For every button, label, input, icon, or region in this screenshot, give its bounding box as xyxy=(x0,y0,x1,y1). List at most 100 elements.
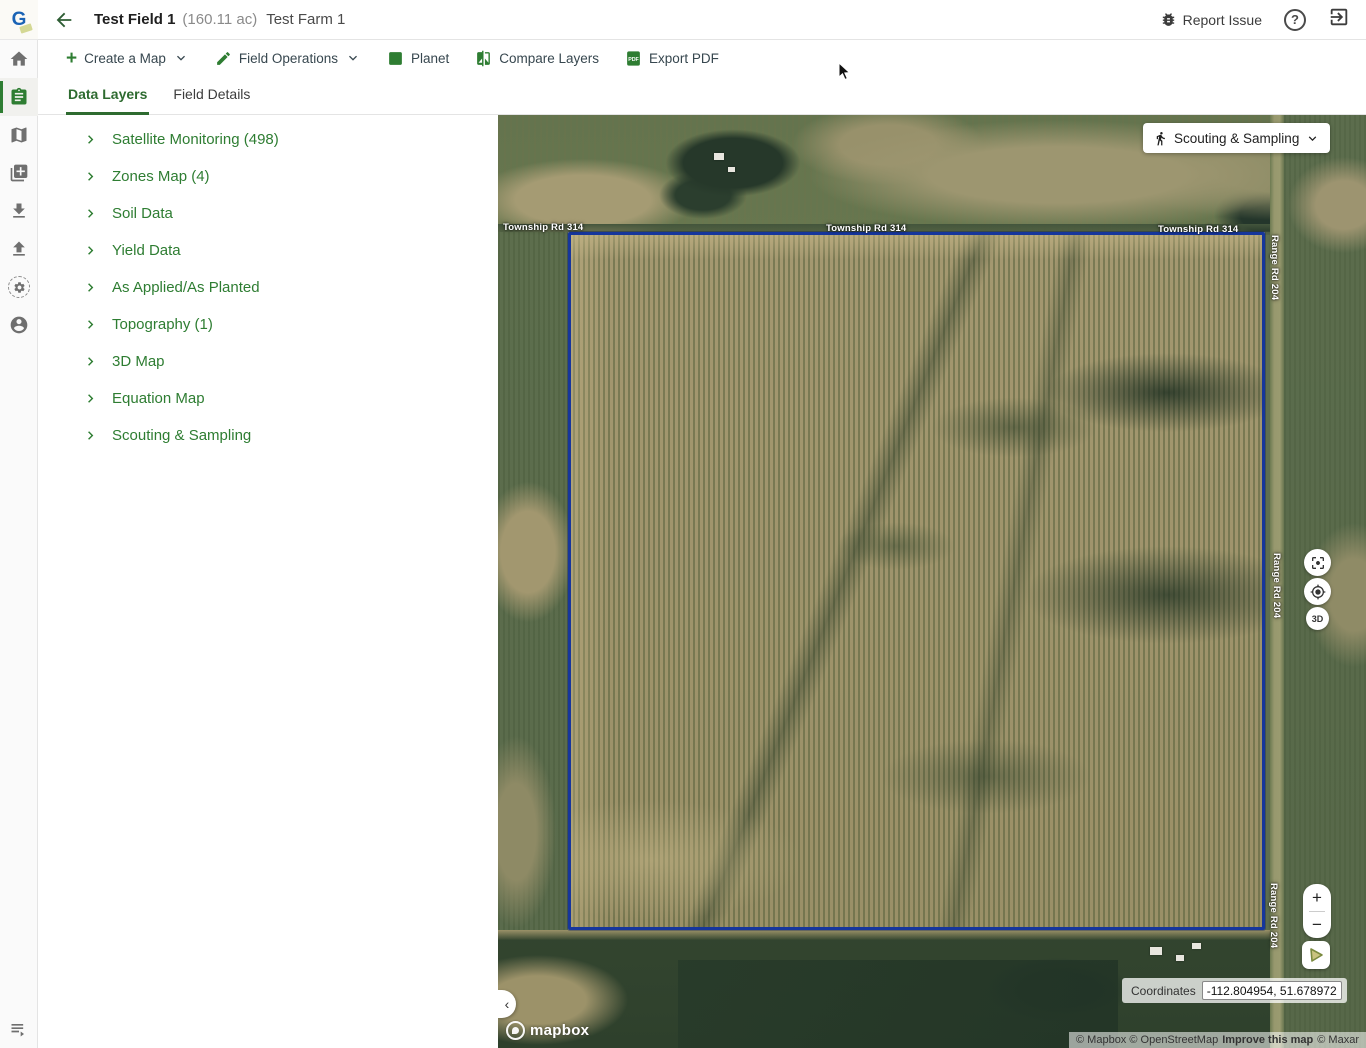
center-focus-icon xyxy=(1310,555,1326,571)
chevron-down-icon xyxy=(1305,131,1320,146)
back-arrow-icon xyxy=(53,9,75,31)
map-toolbar: + Create a Map Field Operations Planet C… xyxy=(38,40,1366,76)
field-acreage: (160.11 ac) xyxy=(182,11,257,28)
nav-download[interactable] xyxy=(0,192,38,230)
tab-field-details[interactable]: Field Details xyxy=(171,86,252,114)
tab-data-layers[interactable]: Data Layers xyxy=(66,86,149,114)
fit-bounds-button[interactable] xyxy=(1304,549,1331,576)
app-logo[interactable]: G xyxy=(0,0,38,40)
farm-building xyxy=(1150,947,1162,955)
layer-satellite-monitoring[interactable]: Satellite Monitoring (498) xyxy=(38,121,498,158)
nav-fields[interactable] xyxy=(0,78,38,116)
toggle-3d-button[interactable]: 3D xyxy=(1306,607,1329,630)
coordinates-label: Coordinates xyxy=(1131,984,1196,998)
mode-button-label: Scouting & Sampling xyxy=(1174,131,1299,146)
left-nav-rail: G xyxy=(0,0,38,1048)
fields-clipboard-icon xyxy=(9,87,29,107)
farm-building xyxy=(1192,943,1201,949)
basemap-triangle-icon xyxy=(1307,946,1325,964)
help-button[interactable]: ? xyxy=(1284,9,1306,31)
field-operations-label: Field Operations xyxy=(239,51,338,66)
create-map-label: Create a Map xyxy=(84,51,166,66)
attribution-text: © Mapbox © OpenStreetMap xyxy=(1076,1034,1218,1046)
field-boundary[interactable] xyxy=(568,232,1265,930)
zoom-control: + − xyxy=(1303,884,1331,938)
chevron-right-icon xyxy=(82,316,99,333)
data-layers-panel: Satellite Monitoring (498) Zones Map (4)… xyxy=(38,115,498,1048)
my-location-icon xyxy=(1310,584,1326,600)
back-button[interactable] xyxy=(48,4,80,36)
add-map-icon xyxy=(9,163,29,183)
chevron-down-icon xyxy=(173,50,189,66)
chevron-right-icon xyxy=(82,353,99,370)
compare-layers-button[interactable]: Compare Layers xyxy=(475,50,599,67)
compare-icon xyxy=(475,50,492,67)
field-title: Test Field 1 xyxy=(94,11,175,28)
exit-icon xyxy=(1328,6,1350,28)
breadcrumb: Test Field 1 (160.11 ac) Test Farm 1 xyxy=(94,11,345,28)
app-window: G xyxy=(0,0,1366,1048)
layer-as-applied[interactable]: As Applied/As Planted xyxy=(38,269,498,306)
basemap-toggle-button[interactable] xyxy=(1302,941,1330,969)
layer-3d-map[interactable]: 3D Map xyxy=(38,343,498,380)
chevron-right-icon xyxy=(82,427,99,444)
farm-building xyxy=(714,153,724,160)
chevron-right-icon xyxy=(82,279,99,296)
improve-map-link[interactable]: Improve this map xyxy=(1222,1034,1313,1046)
coordinates-input[interactable] xyxy=(1202,981,1342,1000)
planet-image-icon xyxy=(387,50,404,67)
road-label-range-bottom: Range Rd 204 xyxy=(1268,883,1279,948)
road-label-township-left: Township Rd 314 xyxy=(503,222,583,233)
chevron-right-icon xyxy=(82,168,99,185)
settings-gear-icon xyxy=(8,276,30,298)
map-canvas[interactable]: Township Rd 314 Township Rd 314 Township… xyxy=(498,115,1366,1048)
svg-text:PDF: PDF xyxy=(628,56,639,62)
nav-account[interactable] xyxy=(0,306,38,344)
export-pdf-label: Export PDF xyxy=(649,51,719,66)
chevron-right-icon xyxy=(82,390,99,407)
zoom-out-button[interactable]: − xyxy=(1303,912,1331,939)
top-bar: Test Field 1 (160.11 ac) Test Farm 1 Rep… xyxy=(38,0,1366,40)
account-icon xyxy=(9,315,29,335)
create-map-button[interactable]: + Create a Map xyxy=(66,49,189,68)
chevron-down-icon xyxy=(345,50,361,66)
planet-label: Planet xyxy=(411,51,449,66)
layer-equation-map[interactable]: Equation Map xyxy=(38,380,498,417)
zoom-in-button[interactable]: + xyxy=(1303,884,1331,911)
help-icon: ? xyxy=(1291,12,1299,27)
road-label-township-right: Township Rd 314 xyxy=(1158,224,1238,235)
nav-menu-bottom[interactable] xyxy=(0,1010,38,1048)
logout-button[interactable] xyxy=(1328,6,1350,33)
report-issue-label: Report Issue xyxy=(1183,12,1262,28)
home-icon xyxy=(9,49,29,69)
nav-upload[interactable] xyxy=(0,230,38,268)
mapbox-logo[interactable]: mapbox xyxy=(506,1021,589,1040)
nav-home[interactable] xyxy=(0,40,38,78)
road-label-township-center: Township Rd 314 xyxy=(826,223,906,234)
menu-list-icon xyxy=(9,1019,29,1039)
nav-maps[interactable] xyxy=(0,116,38,154)
nav-add-map[interactable] xyxy=(0,154,38,192)
layer-zones-map[interactable]: Zones Map (4) xyxy=(38,158,498,195)
farm-building xyxy=(1176,955,1184,961)
map-satellite-left xyxy=(498,232,568,930)
farm-name: Test Farm 1 xyxy=(266,11,345,28)
walking-person-icon xyxy=(1153,131,1168,146)
mapbox-icon xyxy=(506,1021,525,1040)
layer-topography[interactable]: Topography (1) xyxy=(38,306,498,343)
nav-settings[interactable] xyxy=(0,268,38,306)
geolocate-button[interactable] xyxy=(1304,578,1331,605)
report-issue-button[interactable]: Report Issue xyxy=(1160,11,1262,28)
scouting-sampling-mode-button[interactable]: Scouting & Sampling xyxy=(1143,123,1330,153)
top-bar-actions: Report Issue ? xyxy=(1160,6,1350,33)
export-pdf-button[interactable]: PDF Export PDF xyxy=(625,50,719,67)
layer-scouting-sampling[interactable]: Scouting & Sampling xyxy=(38,417,498,454)
coordinates-widget: Coordinates xyxy=(1122,978,1347,1003)
field-operations-button[interactable]: Field Operations xyxy=(215,50,361,67)
planet-button[interactable]: Planet xyxy=(387,50,449,67)
layer-soil-data[interactable]: Soil Data xyxy=(38,195,498,232)
download-icon xyxy=(9,201,29,221)
chevron-right-icon xyxy=(82,205,99,222)
compare-layers-label: Compare Layers xyxy=(499,51,599,66)
layer-yield-data[interactable]: Yield Data xyxy=(38,232,498,269)
